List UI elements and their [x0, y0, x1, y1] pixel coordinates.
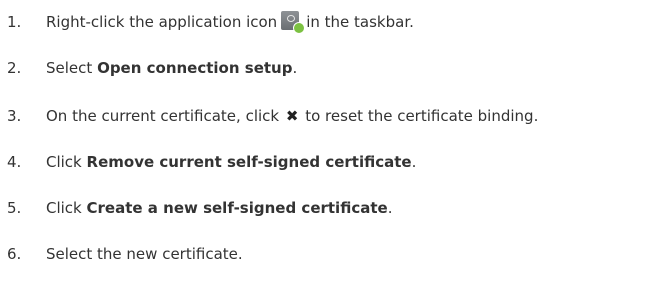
step-text-end: to reset the certificate binding.	[305, 107, 539, 125]
step-number: 2.	[7, 59, 22, 77]
step-text-start: On the current certificate, click	[46, 107, 280, 125]
step-number: 3.	[7, 107, 22, 125]
step-text-end: in the taskbar.	[306, 13, 414, 31]
step-text-start: Click	[46, 153, 82, 171]
step-emphasis: Open connection setup	[97, 59, 293, 77]
application-icon	[281, 11, 306, 34]
step-number: 6.	[7, 245, 22, 263]
step-number: 5.	[7, 199, 22, 217]
close-x-icon: ✖	[285, 107, 299, 125]
step-text-end: .	[387, 199, 393, 217]
step-text: Click Remove current self-signed certifi…	[46, 150, 416, 174]
step-emphasis: Remove current self-signed certificate	[86, 153, 412, 171]
step-emphasis: Create a new self-signed certificate	[86, 199, 388, 217]
step-text: Select Open connection setup.	[46, 56, 297, 80]
step-text: Right-click the application icon in the t…	[46, 10, 414, 34]
step-text-start: Select	[46, 59, 93, 77]
step-text-end: .	[292, 59, 298, 77]
instruction-steps-list: 1. Right-click the application icon in th…	[0, 0, 664, 286]
step-text-start: Click	[46, 199, 82, 217]
step-text: Select the new certificate.	[46, 245, 243, 263]
step-number: 1.	[7, 13, 22, 31]
step-text: On the current certificate, click ✖ to r…	[46, 104, 538, 128]
step-text-start: Right-click the application icon	[46, 13, 278, 31]
step-text-end: .	[411, 153, 417, 171]
step-number: 4.	[7, 153, 22, 171]
step-text: Click Create a new self-signed certifica…	[46, 196, 392, 220]
